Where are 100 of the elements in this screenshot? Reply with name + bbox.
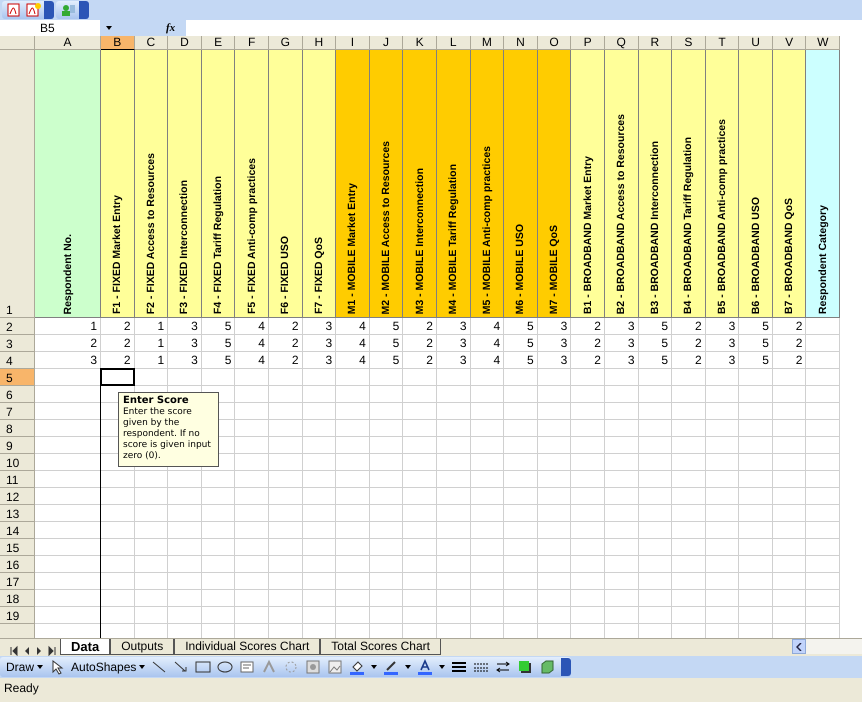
- empty-cell[interactable]: [403, 573, 437, 590]
- empty-cell[interactable]: [739, 386, 773, 403]
- line-style-icon[interactable]: [451, 659, 468, 675]
- empty-cell[interactable]: [370, 590, 404, 607]
- selected-cell[interactable]: [100, 368, 135, 386]
- empty-cell[interactable]: [739, 556, 773, 573]
- empty-cell[interactable]: [538, 573, 572, 590]
- empty-cell[interactable]: [571, 437, 605, 454]
- empty-cell[interactable]: [706, 471, 740, 488]
- empty-cell[interactable]: [302, 454, 336, 471]
- empty-cell[interactable]: [403, 556, 437, 573]
- column-header[interactable]: W: [806, 36, 840, 50]
- arrow-style-icon[interactable]: [495, 659, 512, 675]
- empty-cell[interactable]: [672, 590, 706, 607]
- text-box-icon[interactable]: [239, 659, 256, 675]
- empty-cell[interactable]: [638, 522, 672, 539]
- empty-cell[interactable]: [403, 471, 437, 488]
- empty-cell[interactable]: [571, 403, 605, 420]
- empty-cell[interactable]: [638, 505, 672, 522]
- empty-cell[interactable]: [538, 454, 572, 471]
- empty-cell[interactable]: [268, 505, 303, 522]
- empty-cell[interactable]: [268, 369, 303, 386]
- empty-cell[interactable]: [638, 573, 672, 590]
- empty-cell[interactable]: [604, 403, 638, 420]
- empty-cell[interactable]: [235, 454, 269, 471]
- empty-cell[interactable]: [336, 454, 370, 471]
- empty-cell[interactable]: [672, 386, 706, 403]
- empty-cell[interactable]: [604, 607, 638, 624]
- wordart-icon[interactable]: [261, 659, 278, 675]
- empty-cell[interactable]: [638, 369, 672, 386]
- empty-cell[interactable]: [604, 369, 638, 386]
- pdf-icon[interactable]: [25, 2, 41, 18]
- empty-cell[interactable]: [571, 454, 605, 471]
- empty-cell[interactable]: [604, 420, 638, 437]
- empty-cell[interactable]: [504, 607, 538, 624]
- empty-cell[interactable]: [772, 539, 806, 556]
- empty-cell[interactable]: [706, 556, 740, 573]
- empty-cell[interactable]: [336, 369, 370, 386]
- empty-cell[interactable]: [604, 471, 638, 488]
- formula-input[interactable]: [186, 20, 862, 36]
- empty-cell[interactable]: [706, 488, 740, 505]
- empty-cell[interactable]: [504, 386, 538, 403]
- rectangle-icon[interactable]: [195, 659, 212, 675]
- empty-cell[interactable]: [235, 471, 269, 488]
- column-header[interactable]: M: [470, 36, 504, 50]
- row-header[interactable]: 14: [0, 522, 35, 539]
- draw-menu[interactable]: Draw: [6, 660, 44, 674]
- column-header[interactable]: E: [202, 36, 236, 50]
- empty-cell[interactable]: [504, 454, 538, 471]
- empty-cell[interactable]: [470, 369, 504, 386]
- empty-cell[interactable]: [806, 590, 840, 607]
- column-header[interactable]: H: [302, 36, 336, 50]
- row-header[interactable]: 9: [0, 437, 35, 454]
- empty-cell[interactable]: [504, 488, 538, 505]
- line-color-icon[interactable]: [383, 659, 400, 675]
- empty-cell[interactable]: [436, 403, 471, 420]
- row-header[interactable]: 12: [0, 488, 35, 505]
- font-color-icon[interactable]: [417, 659, 434, 675]
- row-header[interactable]: 5: [0, 369, 35, 386]
- empty-cell[interactable]: [336, 522, 370, 539]
- empty-cell[interactable]: [806, 335, 840, 352]
- empty-cell[interactable]: [706, 403, 740, 420]
- empty-cell[interactable]: [403, 539, 437, 556]
- empty-cell[interactable]: [638, 437, 672, 454]
- empty-cell[interactable]: [302, 471, 336, 488]
- empty-cell[interactable]: [604, 573, 638, 590]
- row-header[interactable]: 7: [0, 403, 35, 420]
- clip-art-icon[interactable]: [305, 659, 322, 675]
- empty-cell[interactable]: [638, 386, 672, 403]
- diagram-icon[interactable]: [283, 659, 300, 675]
- empty-cell[interactable]: [806, 369, 840, 386]
- empty-cell[interactable]: [134, 607, 168, 624]
- row-header[interactable]: 19: [0, 607, 35, 624]
- empty-cell[interactable]: [134, 556, 168, 573]
- empty-cell[interactable]: [235, 369, 269, 386]
- empty-cell[interactable]: [470, 556, 504, 573]
- empty-cell[interactable]: [235, 539, 269, 556]
- empty-cell[interactable]: [538, 437, 572, 454]
- empty-cell[interactable]: [706, 437, 740, 454]
- empty-cell[interactable]: [706, 573, 740, 590]
- empty-cell[interactable]: [436, 454, 471, 471]
- empty-cell[interactable]: [168, 505, 202, 522]
- empty-cell[interactable]: [302, 539, 336, 556]
- empty-cell[interactable]: [538, 369, 572, 386]
- row-header[interactable]: 15: [0, 539, 35, 556]
- empty-cell[interactable]: [403, 454, 437, 471]
- empty-cell[interactable]: [370, 573, 404, 590]
- column-header[interactable]: U: [739, 36, 773, 50]
- empty-cell[interactable]: [706, 454, 740, 471]
- empty-cell[interactable]: [504, 369, 538, 386]
- empty-cell[interactable]: [706, 386, 740, 403]
- empty-cell[interactable]: [739, 454, 773, 471]
- empty-cell[interactable]: [336, 607, 370, 624]
- empty-cell[interactable]: [268, 386, 303, 403]
- empty-cell[interactable]: [571, 556, 605, 573]
- empty-cell[interactable]: [168, 556, 202, 573]
- empty-cell[interactable]: [672, 607, 706, 624]
- scroll-left-button[interactable]: [792, 639, 806, 654]
- empty-cell[interactable]: [739, 488, 773, 505]
- empty-cell[interactable]: [436, 505, 471, 522]
